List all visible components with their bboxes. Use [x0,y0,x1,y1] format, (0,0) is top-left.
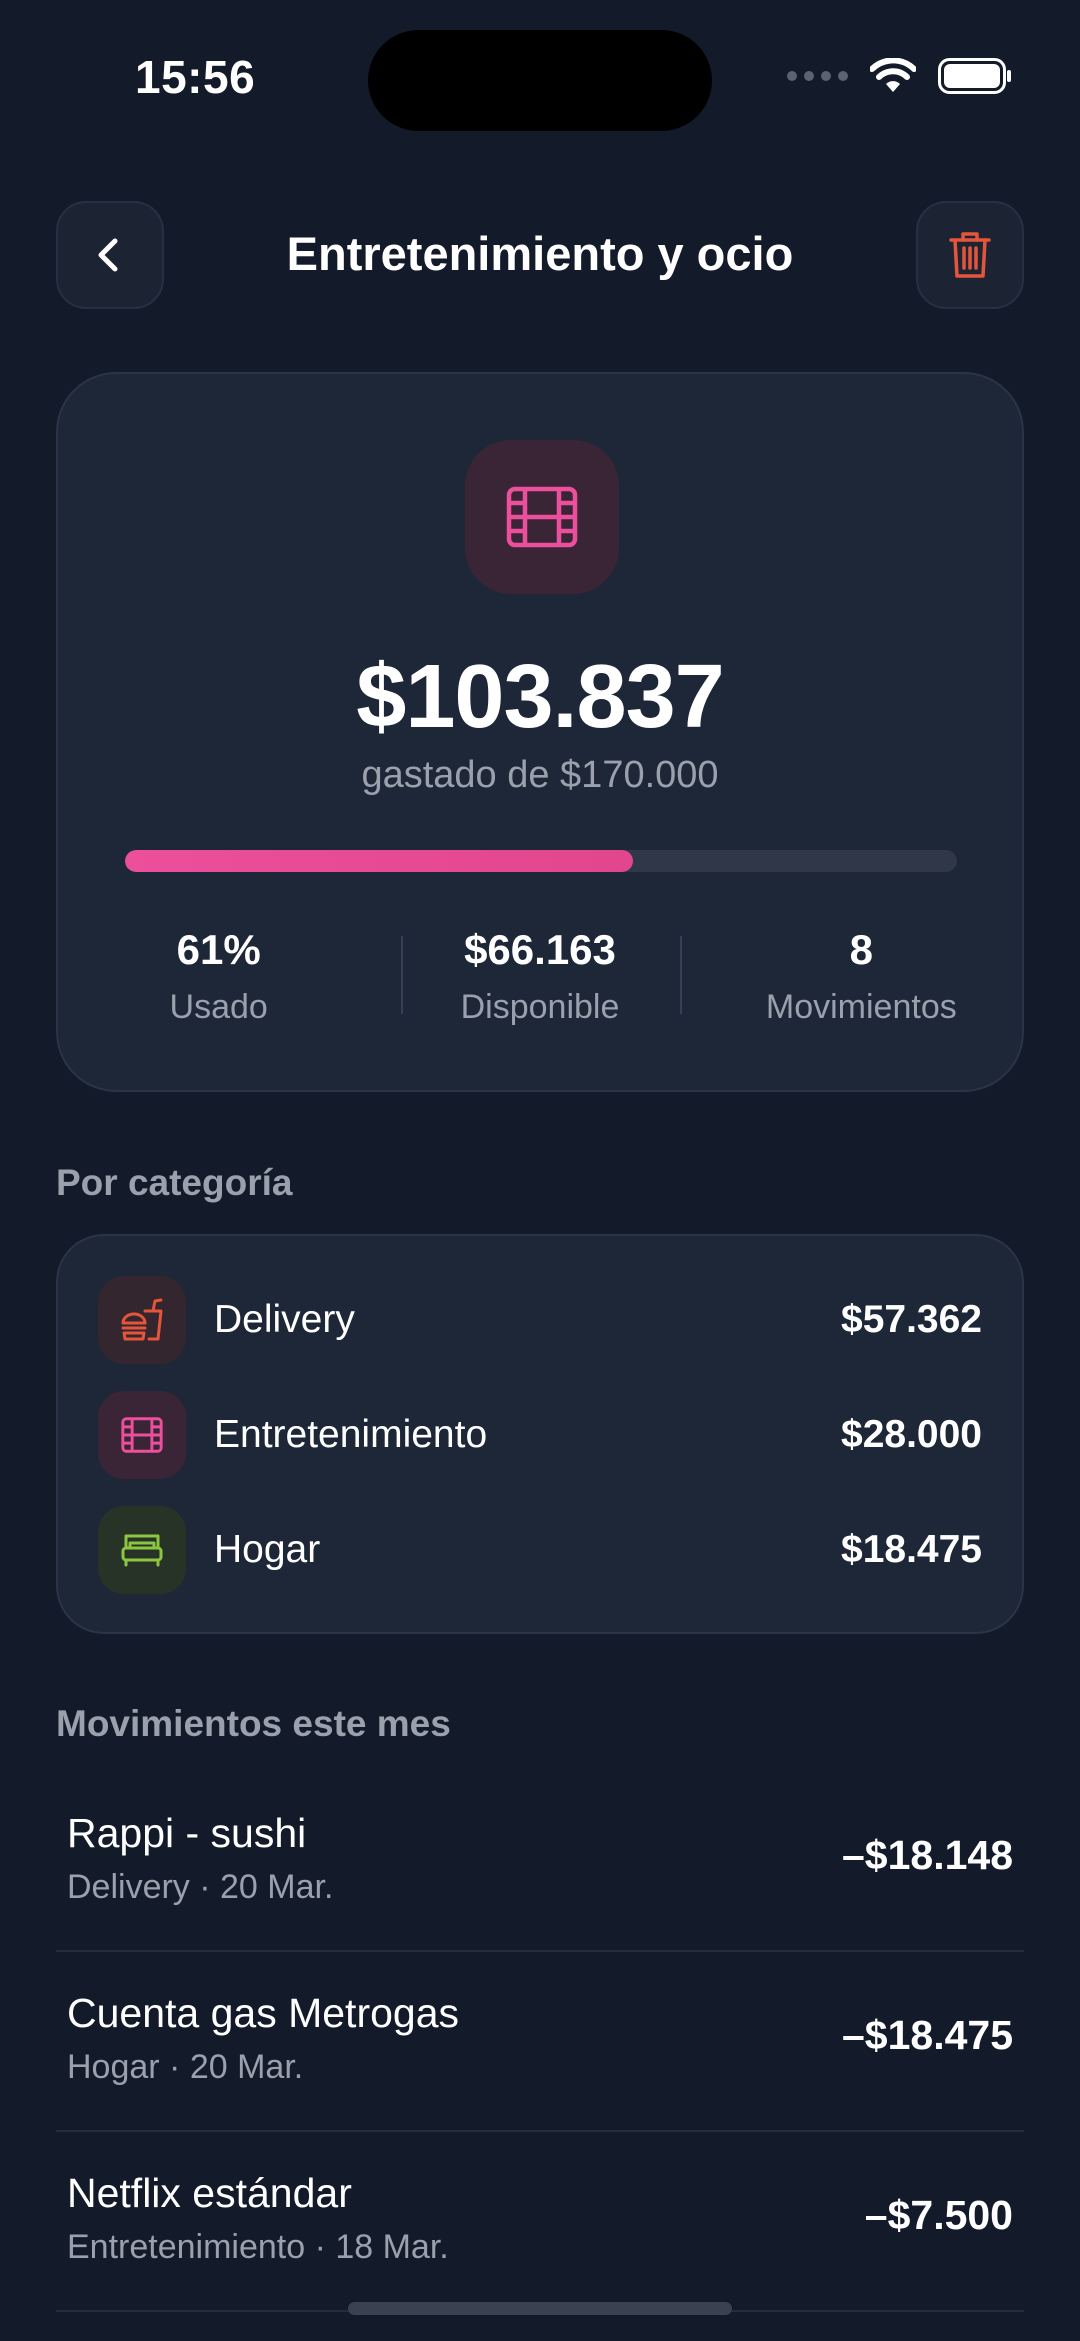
spent-amount: $103.837 [356,647,724,747]
cellular-signal-icon [787,71,848,81]
movement-subtitle: Hogar · 20 Mar. [67,2048,304,2086]
stat-value: $66.163 [464,926,616,973]
film-icon [506,486,578,548]
spent-subtitle: gastado de $170.000 [361,754,719,796]
stat-label: Usado [169,988,268,1026]
movement-row[interactable]: Netflix estándar Entretenimiento · 18 Ma… [56,2134,1024,2312]
category-name: Hogar [214,1528,321,1571]
category-name: Delivery [214,1298,355,1341]
movement-amount: –$18.148 [841,1832,1013,1878]
delete-button[interactable] [916,201,1024,309]
status-icons [787,58,1012,94]
stat-value: 8 [849,926,873,973]
movement-subtitle: Delivery · 20 Mar. [67,1868,334,1906]
movement-title: Cuenta gas Metrogas [67,1990,460,2036]
category-icon-badge [465,440,619,594]
category-row-entretenimiento[interactable]: Entretenimiento $28.000 [98,1391,982,1479]
movement-row[interactable]: Cuenta gas Metrogas Hogar · 20 Mar. –$18… [56,1954,1024,2132]
category-name: Entretenimiento [214,1413,488,1456]
stat-label: Movimientos [765,988,957,1026]
status-time: 15:56 [135,51,256,103]
movement-subtitle: Entretenimiento · 18 Mar. [67,2228,449,2266]
screen: 15:56 Entretenimiento y ocio $103.837 ga… [0,0,1080,2341]
back-button[interactable] [56,201,164,309]
budget-progress-bar [125,850,957,872]
bed-icon [98,1506,186,1594]
stat-value: 61% [176,926,261,973]
chevron-left-icon [98,238,118,272]
wifi-icon [870,58,916,92]
budget-summary-card: $103.837 gastado de $170.000 61% Usado $… [56,372,1024,1092]
trash-icon [949,232,991,278]
page-title: Entretenimiento y ocio [286,227,794,280]
stat-label: Disponible [460,988,620,1026]
movement-amount: –$7.500 [864,2192,1013,2238]
category-amount: $57.362 [841,1298,982,1341]
categories-card: Delivery $57.362 Entretenimiento $28.000 [56,1234,1024,1634]
movement-title: Rappi - sushi [67,1810,307,1856]
category-amount: $28.000 [841,1413,982,1456]
movement-amount: –$18.475 [841,2012,1013,2058]
battery-icon [938,58,1011,94]
movements-section-title: Movimientos este mes [56,1703,451,1744]
movement-title: Netflix estándar [67,2170,352,2216]
category-amount: $18.475 [841,1528,982,1571]
home-indicator[interactable] [348,2302,732,2315]
film-icon [98,1391,186,1479]
stat-used: 61% Usado [58,926,379,1027]
budget-progress-fill [125,850,633,872]
categories-section-title: Por categoría [56,1162,293,1203]
stat-movements: 8 Movimientos [701,926,1022,1027]
stat-divider [680,936,682,1014]
movement-row[interactable]: Rappi - sushi Delivery · 20 Mar. –$18.14… [56,1774,1024,1952]
stat-divider [401,936,403,1014]
category-row-hogar[interactable]: Hogar $18.475 [98,1506,982,1594]
stat-available: $66.163 Disponible [379,926,700,1027]
dynamic-island [368,30,712,131]
fastfood-icon [98,1276,186,1364]
category-row-delivery[interactable]: Delivery $57.362 [98,1276,982,1364]
stats-row: 61% Usado $66.163 Disponible 8 Movimient… [58,926,1022,1027]
